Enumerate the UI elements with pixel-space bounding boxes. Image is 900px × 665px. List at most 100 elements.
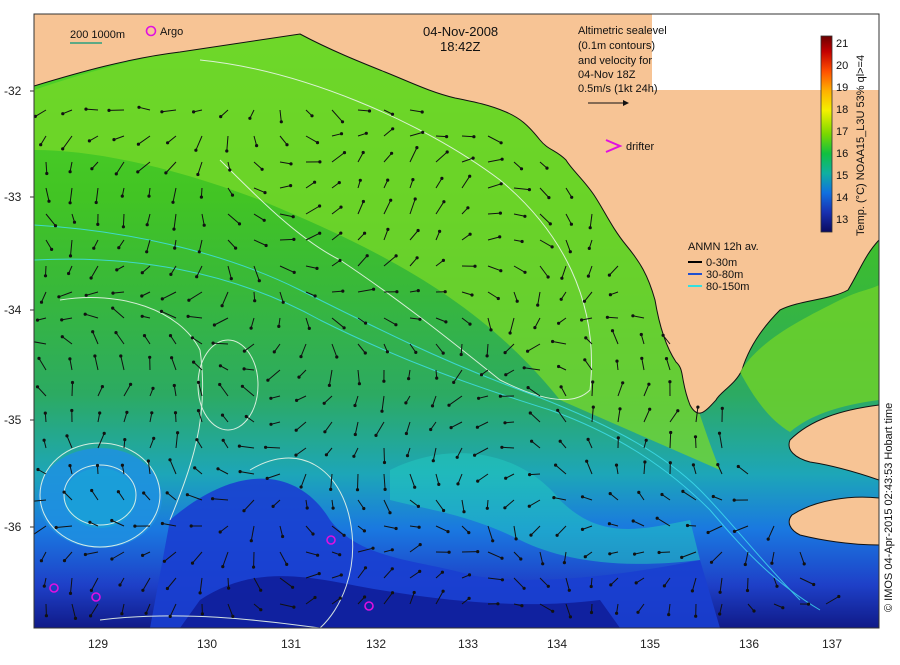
velocity-arrow-head: [136, 170, 139, 173]
velocity-arrow-head: [117, 490, 120, 493]
velocity-arrow-head: [340, 132, 343, 135]
lon-axis: 129 130 131 132 133 134 135 136 137: [88, 637, 842, 651]
velocity-arrow-head: [250, 539, 253, 542]
velocity-arrow-head: [460, 353, 463, 356]
velocity-arrow-head: [521, 240, 524, 243]
colorbar-panel: [652, 14, 880, 90]
velocity-arrow-head: [587, 438, 590, 441]
velocity-arrow-head: [98, 411, 101, 414]
velocity-arrow-head: [547, 585, 550, 588]
velocity-arrow-head: [231, 194, 234, 197]
velocity-arrow-head: [198, 250, 201, 253]
velocity-arrow-head: [560, 298, 563, 301]
velocity-arrow-head: [123, 438, 126, 441]
velocity-arrow-head: [746, 589, 749, 592]
velocity-arrow-head: [526, 350, 529, 353]
velocity-arrow-head: [733, 499, 736, 502]
velocity-arrow-head: [61, 335, 64, 338]
velocity-arrow-head: [60, 318, 63, 321]
velocity-arrow-head: [164, 171, 167, 174]
velocity-arrow-head: [391, 127, 394, 130]
velocity-arrow-head: [803, 562, 806, 565]
velocity-arrow-head: [617, 436, 620, 439]
velocity-arrow-head: [285, 563, 288, 566]
altimetry-note-line: 04-Nov 18Z: [578, 69, 636, 81]
velocity-arrow-head: [364, 351, 367, 354]
velocity-arrow-head: [218, 383, 221, 386]
velocity-arrow-head: [456, 482, 459, 485]
velocity-arrow-head: [194, 149, 197, 152]
velocity-arrow-head: [338, 181, 341, 184]
velocity-arrow-head: [712, 495, 715, 498]
velocity-arrow-head: [285, 143, 288, 146]
velocity-arrow-head: [418, 570, 421, 573]
velocity-arrow-head: [239, 470, 242, 473]
velocity-arrow-head: [500, 141, 503, 144]
velocity-arrow-head: [499, 395, 502, 398]
velocity-arrow-head: [568, 589, 571, 592]
velocity-arrow-head: [111, 292, 114, 295]
colorbar-tick-label: 19: [836, 82, 848, 94]
velocity-arrow-head: [300, 485, 303, 488]
velocity-arrow-head: [669, 431, 672, 434]
velocity-arrow-head: [362, 151, 365, 154]
altimetry-note-line: Altimetric sealevel: [578, 25, 667, 37]
velocity-arrow-head: [413, 486, 416, 489]
velocity-arrow-head: [503, 506, 506, 509]
velocity-arrow-head: [536, 304, 539, 307]
velocity-arrow-head: [585, 460, 588, 463]
velocity-arrow-head: [611, 329, 614, 332]
velocity-arrow-head: [570, 223, 573, 226]
velocity-arrow-head: [633, 553, 636, 556]
velocity-arrow-head: [718, 612, 721, 615]
velocity-arrow-head: [90, 489, 93, 492]
map-area[interactable]: [30, 14, 879, 628]
velocity-arrow-head: [55, 526, 58, 529]
velocity-arrow-head: [243, 350, 246, 353]
velocity-arrow-head: [528, 473, 531, 476]
velocity-arrow-head: [404, 401, 407, 404]
velocity-arrow-head: [545, 167, 548, 170]
velocity-arrow-head: [515, 537, 518, 540]
velocity-arrow-head: [431, 404, 434, 407]
velocity-arrow-head: [57, 295, 60, 298]
velocity-arrow-head: [560, 277, 563, 280]
velocity-arrow-head: [199, 591, 202, 594]
velocity-arrow-head: [197, 381, 200, 384]
velocity-arrow-head: [119, 354, 122, 357]
velocity-arrow-head: [468, 597, 471, 600]
velocity-arrow-head: [295, 429, 298, 432]
velocity-arrow-head: [468, 175, 471, 178]
velocity-arrow-head: [635, 581, 638, 584]
lon-tick-label: 137: [822, 637, 842, 651]
velocity-arrow-head: [71, 381, 74, 384]
velocity-arrow-head: [418, 526, 421, 529]
velocity-arrow-head: [770, 562, 773, 565]
velocity-arrow-head: [696, 406, 699, 409]
velocity-arrow-head: [353, 404, 356, 407]
velocity-arrow-head: [197, 409, 200, 412]
map-date: 04-Nov-2008: [423, 24, 498, 39]
velocity-arrow-head: [520, 167, 523, 170]
velocity-arrow-head: [391, 567, 394, 570]
velocity-arrow-head: [356, 488, 359, 491]
velocity-arrow-head: [115, 268, 118, 271]
velocity-arrow-head: [382, 380, 385, 383]
velocity-arrow-head: [665, 357, 668, 360]
velocity-arrow-head: [615, 464, 618, 467]
velocity-arrow-head: [166, 141, 169, 144]
velocity-arrow-head: [718, 432, 721, 435]
velocity-arrow-head: [686, 524, 689, 527]
velocity-arrow-head: [359, 179, 362, 182]
velocity-arrow-head: [171, 201, 174, 204]
velocity-arrow-head: [121, 195, 124, 198]
velocity-arrow-head: [261, 168, 264, 171]
velocity-arrow-head: [110, 557, 113, 560]
velocity-arrow-head: [584, 555, 587, 558]
colorbar-tick-label: 14: [836, 192, 848, 204]
velocity-arrow-head: [364, 322, 367, 325]
velocity-arrow-head: [323, 430, 326, 433]
velocity-arrow-head: [50, 248, 53, 251]
colorbar-tick-label: 13: [836, 214, 848, 226]
velocity-arrow-head: [329, 488, 332, 491]
